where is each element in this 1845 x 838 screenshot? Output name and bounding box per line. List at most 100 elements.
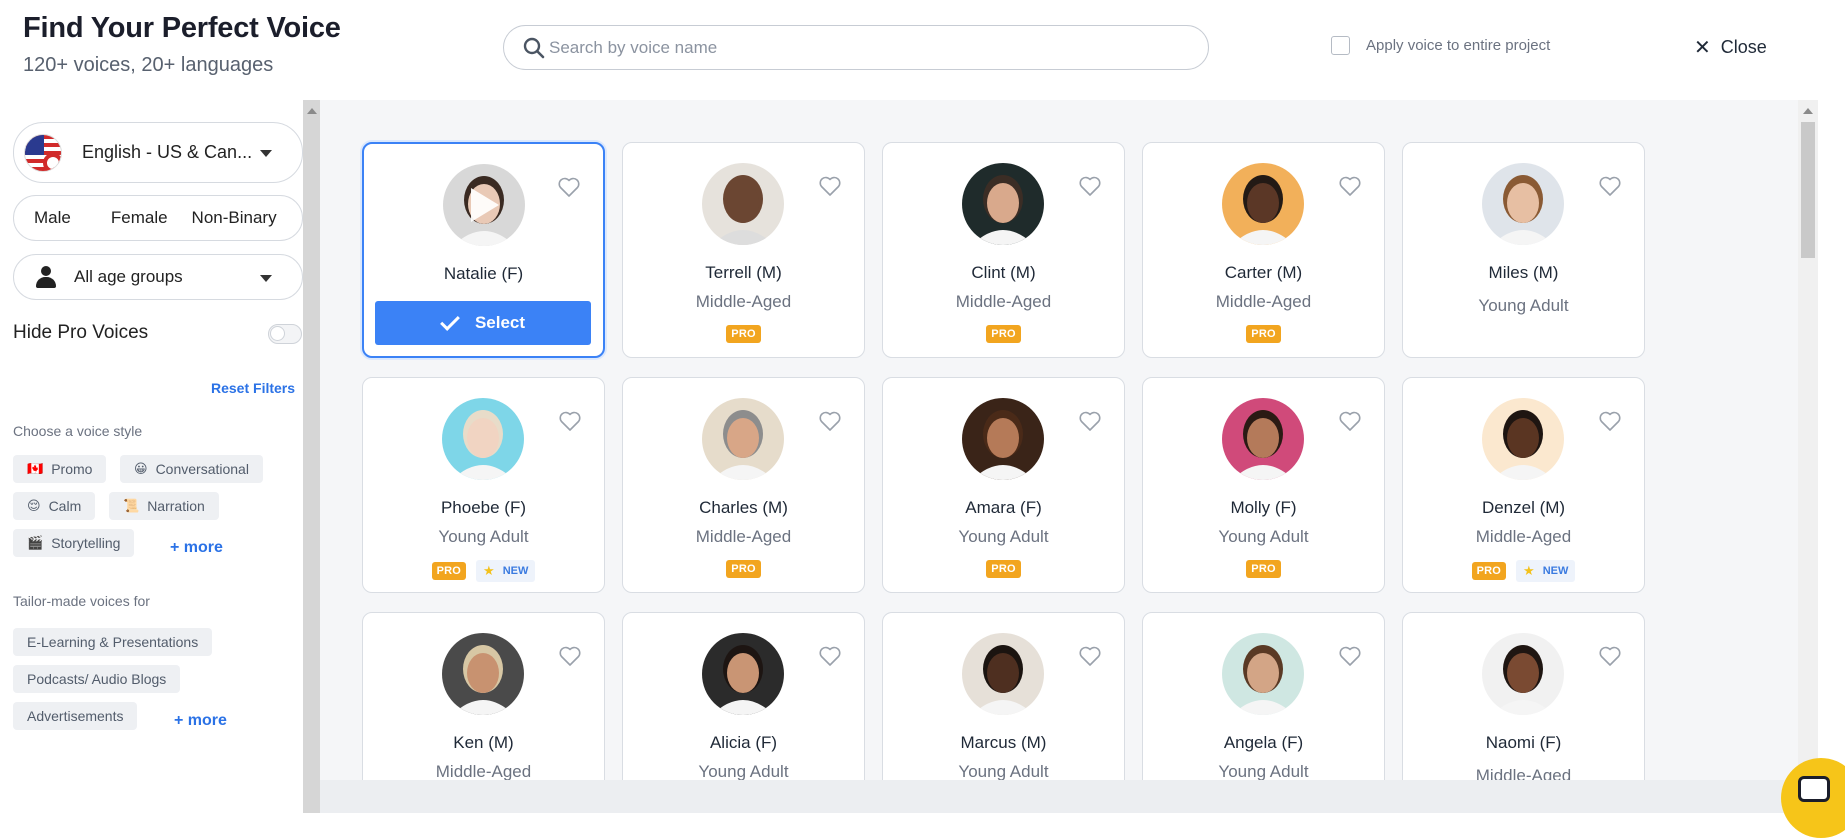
close-label: Close: [1720, 37, 1767, 57]
voice-avatar[interactable]: [442, 633, 524, 715]
voice-badges: PRO: [623, 325, 864, 343]
search-box[interactable]: [503, 25, 1209, 70]
voice-age: Young Adult: [1218, 527, 1309, 546]
voice-age: Young Adult: [958, 527, 1049, 546]
voice-avatar[interactable]: [443, 164, 525, 246]
page-title: Find Your Perfect Voice: [23, 12, 341, 44]
close-icon: ✕: [1694, 37, 1711, 59]
tailor-chip-advertisements[interactable]: Advertisements: [13, 702, 138, 730]
filter-sidebar: English - US & Can... Male Female Non-Bi…: [0, 100, 303, 813]
hide-pro-toggle[interactable]: [268, 324, 302, 344]
favorite-heart-icon[interactable]: [1598, 645, 1622, 667]
search-icon: [523, 37, 545, 59]
favorite-heart-icon[interactable]: [1078, 175, 1102, 197]
us-canada-flag-icon: [24, 133, 62, 172]
favorite-heart-icon[interactable]: [1598, 410, 1622, 432]
gender-female-button[interactable]: Female: [111, 208, 168, 228]
favorite-heart-icon[interactable]: [818, 175, 842, 197]
main-scrollbar[interactable]: [1798, 100, 1818, 813]
favorite-heart-icon[interactable]: [1078, 645, 1102, 667]
voice-card[interactable]: Clint (M) Middle-Aged PRO: [882, 142, 1125, 358]
play-icon[interactable]: [471, 188, 499, 222]
voice-card[interactable]: Amara (F) Young Adult PRO: [882, 377, 1125, 593]
voice-avatar[interactable]: [702, 163, 784, 245]
voice-age: Young Adult: [438, 527, 529, 546]
favorite-heart-icon[interactable]: [1078, 410, 1102, 432]
voice-card[interactable]: Terrell (M) Middle-Aged PRO: [622, 142, 865, 358]
voice-avatar[interactable]: [962, 633, 1044, 715]
pro-badge: PRO: [1246, 560, 1281, 578]
search-input[interactable]: [549, 34, 1189, 62]
voice-card[interactable]: Denzel (M) Middle-Aged PRO ★ NEW: [1402, 377, 1645, 593]
voice-avatar[interactable]: [1482, 163, 1564, 245]
style-chip-conversational[interactable]: 😀 Conversational: [120, 455, 263, 483]
favorite-heart-icon[interactable]: [557, 176, 581, 198]
new-badge: ★NEW: [476, 560, 536, 582]
voice-name: Carter (M): [1224, 263, 1303, 282]
styles-more-link[interactable]: + more: [170, 539, 223, 557]
voice-card[interactable]: Miles (M) Young Adult: [1402, 142, 1645, 358]
gender-nonbinary-button[interactable]: Non-Binary: [192, 208, 277, 228]
voice-badges: PRO: [623, 560, 864, 578]
voice-name: Phoebe (F): [440, 498, 527, 517]
voice-age: Young Adult: [1478, 296, 1569, 315]
chat-icon: [1798, 776, 1830, 802]
favorite-heart-icon[interactable]: [1338, 410, 1362, 432]
voice-avatar[interactable]: [702, 633, 784, 715]
voice-badges: PRO: [883, 325, 1124, 343]
gender-male-button[interactable]: Male: [34, 208, 71, 228]
pro-badge: PRO: [986, 325, 1021, 343]
pro-badge: PRO: [726, 560, 761, 578]
person-icon: [36, 266, 56, 288]
style-chip-storytelling[interactable]: 🎬 Storytelling: [13, 529, 135, 557]
age-group-dropdown[interactable]: All age groups: [13, 254, 303, 300]
style-chip-promo[interactable]: 🇨🇦 Promo: [13, 455, 107, 483]
style-chip-calm[interactable]: 😌 Calm: [13, 492, 96, 520]
voice-avatar[interactable]: [1222, 633, 1304, 715]
tailor-chip-podcasts[interactable]: Podcasts/ Audio Blogs: [13, 665, 181, 693]
favorite-heart-icon[interactable]: [1598, 175, 1622, 197]
favorite-heart-icon[interactable]: [818, 410, 842, 432]
style-chip-narration[interactable]: 📜 Narration: [109, 492, 219, 520]
voice-avatar[interactable]: [962, 398, 1044, 480]
tailor-more-link[interactable]: + more: [174, 712, 227, 730]
favorite-heart-icon[interactable]: [1338, 645, 1362, 667]
voice-avatar[interactable]: [1222, 398, 1304, 480]
apply-checkbox[interactable]: [1331, 36, 1350, 55]
chat-support-button[interactable]: [1781, 758, 1845, 838]
favorite-heart-icon[interactable]: [558, 410, 582, 432]
voice-card[interactable]: Molly (F) Young Adult PRO: [1142, 377, 1385, 593]
select-button[interactable]: Select: [375, 301, 591, 345]
favorite-heart-icon[interactable]: [558, 645, 582, 667]
header: Find Your Perfect Voice 120+ voices, 20+…: [0, 0, 1818, 100]
voice-card[interactable]: Carter (M) Middle-Aged PRO: [1142, 142, 1385, 358]
voice-name: Molly (F): [1230, 498, 1297, 517]
voice-avatar[interactable]: [1222, 163, 1304, 245]
voice-avatar[interactable]: [702, 398, 784, 480]
voice-avatar[interactable]: [1482, 398, 1564, 480]
voice-avatar[interactable]: [1482, 633, 1564, 715]
voice-grid: Natalie (F) Select Terrell (M) Middle-Aged…: [320, 100, 1798, 813]
sidebar-scrollbar[interactable]: [303, 100, 320, 813]
voice-avatar[interactable]: [962, 163, 1044, 245]
page-subtitle: 120+ voices, 20+ languages: [23, 54, 274, 76]
voice-card[interactable]: Phoebe (F) Young Adult PRO ★ NEW: [362, 377, 605, 593]
voice-name: Angela (F): [1223, 733, 1304, 752]
right-edge: [1818, 0, 1845, 813]
close-button[interactable]: ✕ Close: [1694, 35, 1767, 60]
scrollbar-thumb[interactable]: [1801, 122, 1815, 258]
tailor-chip-elearning[interactable]: E-Learning & Presentations: [13, 628, 213, 656]
star-icon: ★: [483, 563, 495, 578]
voice-age: Middle-Aged: [695, 292, 792, 311]
pro-badge: PRO: [1246, 325, 1281, 343]
apply-label: Apply voice to entire project: [1366, 37, 1551, 54]
voice-card[interactable]: Charles (M) Middle-Aged PRO: [622, 377, 865, 593]
favorite-heart-icon[interactable]: [1338, 175, 1362, 197]
voice-card[interactable]: Natalie (F) Select: [362, 142, 605, 358]
reset-filters-link[interactable]: Reset Filters: [211, 380, 295, 396]
apply-to-project[interactable]: Apply voice to entire project: [1331, 36, 1550, 55]
favorite-heart-icon[interactable]: [818, 645, 842, 667]
voice-avatar[interactable]: [442, 398, 524, 480]
grid-bottom-strip: [320, 780, 1798, 813]
language-dropdown[interactable]: English - US & Can...: [13, 122, 303, 183]
